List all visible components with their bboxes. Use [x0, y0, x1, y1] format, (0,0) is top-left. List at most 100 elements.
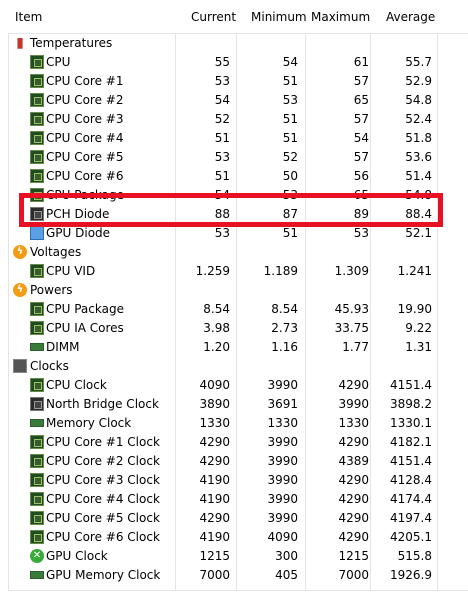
value-current: 52	[214, 112, 230, 126]
monitor-icon	[30, 226, 44, 240]
value-minimum: 52	[282, 150, 298, 164]
sensor-label: CPU Core #5	[46, 150, 124, 164]
sensor-label: CPU Core #4	[46, 131, 124, 145]
highlight-box	[19, 193, 443, 227]
group-row-voltages[interactable]: ϟ Voltages	[8, 243, 468, 262]
sensor-row[interactable]: CPU Core #3 52 51 57 52.4	[8, 110, 468, 129]
group-label: Voltages	[30, 245, 82, 259]
value-maximum: 4290	[338, 511, 369, 525]
value-maximum: 57	[353, 112, 369, 126]
sensor-row[interactable]: CPU Core #1 53 51 57 52.9	[8, 72, 468, 91]
value-maximum: 1.309	[334, 264, 369, 278]
value-average: 55.7	[405, 55, 432, 69]
column-header-current[interactable]: Current	[191, 10, 236, 24]
sensor-label: Memory Clock	[46, 416, 132, 430]
value-minimum: 3990	[267, 435, 298, 449]
bolt-icon: ϟ	[13, 283, 27, 297]
value-maximum: 7000	[338, 568, 369, 582]
value-minimum: 8.54	[271, 302, 298, 316]
value-current: 1.20	[203, 340, 230, 354]
value-average: 4174.4	[390, 492, 432, 506]
chip-icon	[30, 492, 44, 506]
value-minimum: 1.16	[271, 340, 298, 354]
value-minimum: 3990	[267, 454, 298, 468]
chip-icon	[30, 150, 44, 164]
value-current: 3.98	[203, 321, 230, 335]
column-header-minimum[interactable]: Minimum	[251, 10, 307, 24]
sensor-row[interactable]: DIMM 1.20 1.16 1.77 1.31	[8, 338, 468, 357]
chip-icon	[30, 55, 44, 69]
value-current: 1215	[199, 549, 230, 563]
value-current: 51	[214, 131, 230, 145]
group-row-clocks[interactable]: Clocks	[8, 357, 468, 376]
sensor-row[interactable]: CPU IA Cores 3.98 2.73 33.75 9.22	[8, 319, 468, 338]
table-header: Item Current Minimum Maximum Average	[8, 0, 468, 34]
sensor-label: CPU Core #5 Clock	[46, 511, 160, 525]
sensor-row[interactable]: CPU Core #3 Clock 4190 3990 4290 4128.4	[8, 471, 468, 490]
value-minimum: 3990	[267, 511, 298, 525]
clock-chip-icon	[13, 359, 27, 373]
sensor-row[interactable]: CPU Core #6 51 50 56 51.4	[8, 167, 468, 186]
value-maximum: 4389	[338, 454, 369, 468]
value-average: 52.4	[405, 112, 432, 126]
sensor-label: CPU Core #1	[46, 74, 124, 88]
sensor-row[interactable]: Memory Clock 1330 1330 1330 1330.1	[8, 414, 468, 433]
value-minimum: 54	[282, 55, 298, 69]
sensor-row[interactable]: CPU VID 1.259 1.189 1.309 1.241	[8, 262, 468, 281]
sensor-row[interactable]: CPU Core #1 Clock 4290 3990 4290 4182.1	[8, 433, 468, 452]
sensor-row[interactable]: CPU Core #6 Clock 4190 4090 4290 4205.1	[8, 528, 468, 547]
sensor-label: CPU VID	[46, 264, 96, 278]
value-current: 4190	[199, 492, 230, 506]
value-average: 4151.4	[390, 454, 432, 468]
value-minimum: 50	[282, 169, 298, 183]
sensor-row[interactable]: CPU Core #2 Clock 4290 3990 4389 4151.4	[8, 452, 468, 471]
value-maximum: 45.93	[334, 302, 369, 316]
group-label: Temperatures	[30, 36, 113, 50]
chip-dark-icon	[30, 397, 44, 411]
value-maximum: 4290	[338, 378, 369, 392]
value-average: 4128.4	[390, 473, 432, 487]
column-header-maximum[interactable]: Maximum	[311, 10, 370, 24]
value-maximum: 1.77	[342, 340, 369, 354]
table-body: ▮ Temperatures CPU 55 54 61 55.7 CPU Core #1 53 5…	[8, 34, 468, 585]
value-current: 8.54	[203, 302, 230, 316]
value-minimum: 1.189	[263, 264, 298, 278]
value-minimum: 2.73	[271, 321, 298, 335]
value-current: 1330	[199, 416, 230, 430]
sensor-row[interactable]: CPU Core #4 Clock 4190 3990 4290 4174.4	[8, 490, 468, 509]
value-current: 4090	[199, 378, 230, 392]
sensor-label: GPU Memory Clock	[46, 568, 161, 582]
value-minimum: 51	[282, 131, 298, 145]
chip-icon	[30, 131, 44, 145]
value-minimum: 3990	[267, 473, 298, 487]
chip-icon	[30, 511, 44, 525]
sensor-row[interactable]: CPU 55 54 61 55.7	[8, 53, 468, 72]
sensor-row[interactable]: CPU Core #5 Clock 4290 3990 4290 4197.4	[8, 509, 468, 528]
chip-icon	[30, 112, 44, 126]
value-current: 3890	[199, 397, 230, 411]
value-maximum: 1330	[338, 416, 369, 430]
value-maximum: 56	[353, 169, 369, 183]
sensor-row[interactable]: CPU Package 8.54 8.54 45.93 19.90	[8, 300, 468, 319]
chip-icon	[30, 321, 44, 335]
value-maximum: 57	[353, 150, 369, 164]
group-row-powers[interactable]: ϟ Powers	[8, 281, 468, 300]
sensor-label: CPU Core #6 Clock	[46, 530, 160, 544]
sensor-row[interactable]: GPU Memory Clock 7000 405 7000 1926.9	[8, 566, 468, 585]
value-average: 515.8	[397, 549, 432, 563]
sensor-row[interactable]: CPU Core #5 53 52 57 53.6	[8, 148, 468, 167]
column-header-average[interactable]: Average	[386, 10, 435, 24]
column-header-item[interactable]: Item	[15, 10, 42, 24]
chip-icon	[30, 530, 44, 544]
sensor-row[interactable]: CPU Core #2 54 53 65 54.8	[8, 91, 468, 110]
sensor-row[interactable]: CPU Clock 4090 3990 4290 4151.4	[8, 376, 468, 395]
sensor-row[interactable]: North Bridge Clock 3890 3691 3990 3898.2	[8, 395, 468, 414]
sensor-label: CPU IA Cores	[46, 321, 124, 335]
chip-icon	[30, 93, 44, 107]
value-current: 4290	[199, 511, 230, 525]
sensor-row[interactable]: CPU Core #4 51 51 54 51.8	[8, 129, 468, 148]
sensor-label: North Bridge Clock	[46, 397, 159, 411]
sensor-row[interactable]: ✕ GPU Clock 1215 300 1215 515.8	[8, 547, 468, 566]
value-average: 19.90	[397, 302, 432, 316]
group-row-temperatures[interactable]: ▮ Temperatures	[8, 34, 468, 53]
